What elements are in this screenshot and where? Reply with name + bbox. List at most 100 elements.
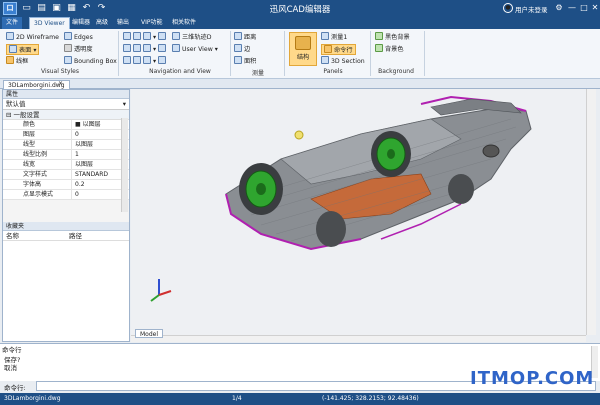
tab-vip[interactable]: VIP功能: [137, 17, 167, 29]
nav-row-2: ▾: [123, 44, 168, 55]
group-label-panels: Panels: [323, 68, 343, 75]
status-page: 1/4: [232, 395, 242, 402]
measure1-button[interactable]: 测量1: [321, 32, 347, 43]
open-folder-icon[interactable]: ▤: [36, 3, 47, 14]
command-line-toggle[interactable]: 命令行: [321, 44, 356, 55]
viewport-vertical-scrollbar[interactable]: [586, 89, 596, 335]
bounding-box-icon: [64, 56, 72, 64]
structure-button[interactable]: 结构: [289, 32, 317, 66]
property-row[interactable]: 线宽 以图层: [3, 160, 129, 170]
property-row[interactable]: 线型比例 1: [3, 150, 129, 160]
redo-icon[interactable]: ↷: [96, 3, 107, 14]
3d-orbit-button[interactable]: 三维轨迹D: [172, 32, 212, 43]
save-icon[interactable]: ▣: [51, 3, 62, 14]
general-settings-section[interactable]: ⊟ 一般设置: [3, 110, 129, 120]
zoom-icon[interactable]: [143, 32, 151, 40]
tab-file[interactable]: 文件: [2, 17, 23, 29]
property-grid: 颜色 ■ 以图层 图层 0 线型 以图层 线型比例 1 线宽 以图层 文字样式 STANDA…: [3, 120, 129, 200]
3d-viewport[interactable]: [131, 89, 586, 335]
column-name[interactable]: 名称: [6, 231, 19, 241]
property-row[interactable]: 字体高 0.2: [3, 180, 129, 190]
viewport-horizontal-scrollbar[interactable]: [131, 335, 586, 342]
camera-icon[interactable]: [158, 56, 167, 64]
ruler-icon: [234, 32, 242, 40]
property-row[interactable]: 文字样式 STANDARD: [3, 170, 129, 180]
surface-style-button[interactable]: 表面 ▾: [6, 44, 40, 55]
user-login-label[interactable]: 用户未登录: [515, 4, 548, 14]
property-row[interactable]: 颜色 ■ 以图层: [3, 120, 129, 130]
group-separator: [284, 31, 285, 76]
group-separator: [424, 31, 425, 76]
group-label-visual-styles: Visual Styles: [40, 68, 79, 75]
front-wheel: [239, 163, 283, 215]
favorites-header: 收藏夹: [3, 222, 129, 231]
nav-row-1: ▾: [123, 32, 168, 43]
3d-section-button[interactable]: 3D Section: [321, 56, 365, 67]
fit-icon[interactable]: [133, 56, 141, 64]
edges-button[interactable]: Edges: [64, 32, 93, 43]
structure-icon: [295, 36, 311, 50]
wireframe-style-button[interactable]: 线框: [6, 56, 28, 67]
measure-icon: [321, 32, 329, 40]
tab-editor[interactable]: 编辑器: [68, 17, 94, 29]
refresh-icon[interactable]: [143, 56, 151, 64]
surface-icon: [9, 45, 17, 53]
tab-output[interactable]: 输出: [113, 17, 133, 29]
transparency-button[interactable]: 透明度: [64, 44, 93, 55]
property-scrollbar[interactable]: [121, 118, 128, 212]
group-separator: [118, 31, 119, 76]
rotate-icon[interactable]: [123, 56, 131, 64]
group-label-measure: 测量: [251, 70, 264, 77]
view-cube-icon[interactable]: [158, 44, 167, 52]
settings-icon[interactable]: ⚙: [553, 2, 565, 14]
bounding-box-button[interactable]: Bounding Box: [64, 56, 117, 67]
watermark: ITMOP.COM: [470, 368, 595, 389]
undo-icon[interactable]: ↶: [81, 3, 92, 14]
user-icon[interactable]: ●: [503, 3, 513, 13]
tab-3d-viewer[interactable]: 3D Viewer: [29, 17, 70, 29]
background-black-icon: [375, 32, 383, 40]
wireframe-2d-button[interactable]: 2D Wireframe: [6, 32, 59, 43]
section-icon: [321, 56, 329, 64]
document-tab-strip: [0, 79, 600, 89]
edge-button[interactable]: 边: [234, 44, 250, 55]
group-label-navigation: Navigation and View: [149, 68, 211, 75]
close-icon[interactable]: ✕: [589, 2, 600, 14]
tab-related-software[interactable]: 相关软件: [168, 17, 200, 29]
minimize-icon[interactable]: —: [566, 2, 578, 14]
pan-icon[interactable]: [123, 32, 131, 40]
print-icon[interactable]: ▦: [66, 3, 77, 14]
model-layout-tab[interactable]: Model: [135, 329, 164, 338]
wire-icon: [6, 56, 14, 64]
user-view-dropdown[interactable]: User View ▾: [172, 44, 218, 55]
area-button[interactable]: 面积: [234, 56, 256, 67]
property-grid-spacer: [3, 200, 129, 222]
distance-button[interactable]: 距离: [234, 32, 256, 43]
background-color-button[interactable]: 背景色: [375, 44, 404, 55]
zoom-out-icon[interactable]: [143, 44, 151, 52]
command-input-label: 命令行:: [4, 384, 26, 392]
new-file-icon[interactable]: ▭: [21, 3, 32, 14]
properties-dropdown[interactable]: 默认值 ▾: [3, 99, 129, 110]
rear-wheel: [371, 131, 411, 177]
column-path[interactable]: 路径: [69, 231, 82, 241]
view-icon: [172, 44, 180, 52]
command-history-line: 取消: [4, 364, 17, 372]
zoom-in-icon[interactable]: [133, 44, 141, 52]
zoom-extents-icon[interactable]: [123, 44, 131, 52]
status-filename: 3DLamborgini.dwg: [4, 395, 61, 402]
close-tab-icon[interactable]: ×: [58, 80, 63, 87]
properties-header: 属性: [3, 90, 129, 99]
background-color-icon: [375, 44, 383, 52]
command-icon: [324, 45, 332, 53]
zoom-window-icon[interactable]: [133, 32, 141, 40]
black-background-button[interactable]: 黑色背景: [375, 32, 410, 43]
property-row[interactable]: 图层 0: [3, 130, 129, 140]
area-icon: [234, 56, 242, 64]
property-row[interactable]: 点显示模式 0: [3, 190, 129, 200]
property-row[interactable]: 线型 以图层: [3, 140, 129, 150]
orbit-icon[interactable]: [158, 32, 167, 40]
chevron-down-icon: ▾: [122, 100, 126, 108]
status-coordinates: (-141.425; 328.2153; 92.48436): [322, 395, 419, 402]
tab-advanced[interactable]: 高级: [92, 17, 112, 29]
